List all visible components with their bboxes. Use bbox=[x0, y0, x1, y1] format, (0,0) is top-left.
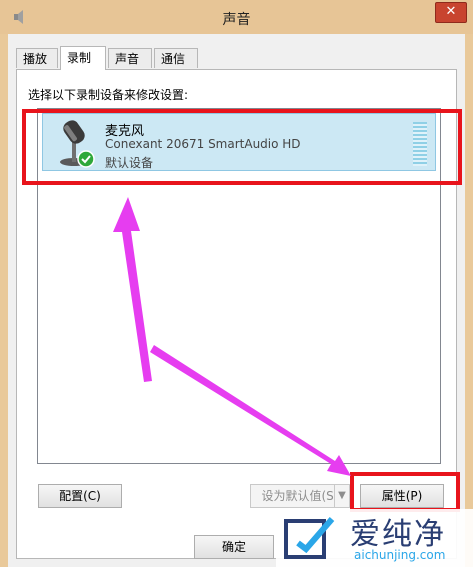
watermark-logo-icon bbox=[284, 517, 335, 559]
annotation-arrows bbox=[113, 197, 351, 476]
arrow-down-right-icon bbox=[150, 345, 351, 476]
sound-dialog: 声音 ✕ 播放 录制 声音 通信 选择以下录制设备来修改设置: 麦克风 Cone… bbox=[0, 0, 473, 567]
watermark-url: aichunjing.com bbox=[354, 548, 446, 562]
arrow-up-icon bbox=[113, 197, 152, 382]
tab-recording[interactable]: 录制 bbox=[60, 46, 106, 70]
watermark: 爱纯净 aichunjing.com bbox=[276, 509, 473, 567]
watermark-title: 爱纯净 bbox=[350, 517, 446, 552]
